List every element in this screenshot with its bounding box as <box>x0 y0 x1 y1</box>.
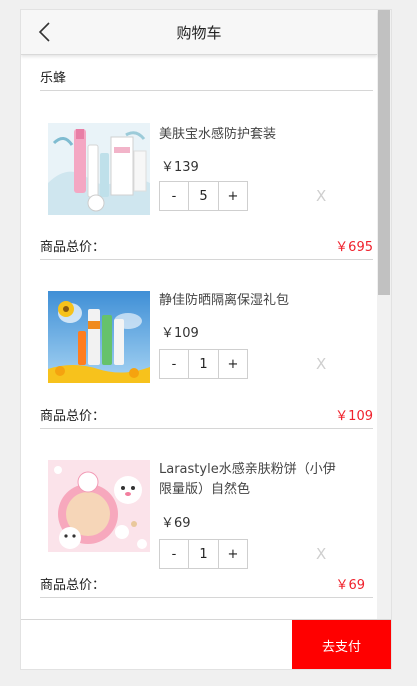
total-value: ￥695 <box>335 240 373 255</box>
checkout-bar: 去支付 <box>21 619 391 669</box>
quantity-input[interactable]: 5 <box>189 181 218 211</box>
page-title: 购物车 <box>176 24 222 42</box>
remove-button[interactable]: X <box>316 187 326 205</box>
quantity-input[interactable]: 1 <box>189 349 218 379</box>
shop-header: 乐蜂 <box>40 55 373 91</box>
decrease-button[interactable]: - <box>159 181 189 211</box>
quantity-stepper: - 1 + <box>159 539 248 569</box>
increase-button[interactable]: + <box>218 181 248 211</box>
pay-button[interactable]: 去支付 <box>292 620 391 669</box>
cart-list: 乐蜂 美肤宝水感防护套装 ￥139 - 5 + X 商品总价： ￥695 静佳防… <box>21 55 377 619</box>
total-value: ￥69 <box>335 578 365 593</box>
product-name[interactable]: 静佳防晒隔离保湿礼包 <box>159 291 339 311</box>
remove-button[interactable]: X <box>316 545 326 563</box>
scrollbar[interactable] <box>377 10 391 619</box>
total-label: 商品总价： <box>40 409 106 424</box>
product-price: ￥139 <box>161 160 199 175</box>
total-value: ￥109 <box>335 409 373 424</box>
quantity-stepper: - 5 + <box>159 181 248 211</box>
quantity-stepper: - 1 + <box>159 349 248 379</box>
product-image[interactable] <box>48 291 150 383</box>
product-price: ￥109 <box>161 326 199 341</box>
product-name[interactable]: 美肤宝水感防护套装 <box>159 125 339 145</box>
decrease-button[interactable]: - <box>159 539 189 569</box>
quantity-input[interactable]: 1 <box>189 539 218 569</box>
item-total-row: 商品总价： ￥69 <box>40 571 373 598</box>
phone-frame: 购物车 乐蜂 美肤宝水感防护套装 ￥139 - 5 + X 商品总价： ￥695… <box>20 9 392 670</box>
product-price: ￥69 <box>161 516 191 531</box>
cart-item: 美肤宝水感防护套装 ￥139 - 5 + X 商品总价： ￥695 <box>21 90 377 260</box>
product-image[interactable] <box>48 460 150 552</box>
remove-button[interactable]: X <box>316 355 326 373</box>
cart-item: Larastyle水感亲肤粉饼（小伊限量版）自然色 ￥69 - 1 + X 商品… <box>21 428 377 598</box>
top-bar: 购物车 <box>21 10 377 55</box>
decrease-button[interactable]: - <box>159 349 189 379</box>
cart-item: 静佳防晒隔离保湿礼包 ￥109 - 1 + X 商品总价： ￥109 <box>21 259 377 429</box>
item-total-row: 商品总价： ￥695 <box>40 233 373 260</box>
total-label: 商品总价： <box>40 578 106 593</box>
product-image[interactable] <box>48 123 150 215</box>
product-name[interactable]: Larastyle水感亲肤粉饼（小伊限量版）自然色 <box>159 460 341 500</box>
item-total-row: 商品总价： ￥109 <box>40 402 373 429</box>
increase-button[interactable]: + <box>218 349 248 379</box>
increase-button[interactable]: + <box>218 539 248 569</box>
total-label: 商品总价： <box>40 240 106 255</box>
shop-name: 乐蜂 <box>40 71 67 86</box>
scrollbar-thumb[interactable] <box>378 10 390 295</box>
